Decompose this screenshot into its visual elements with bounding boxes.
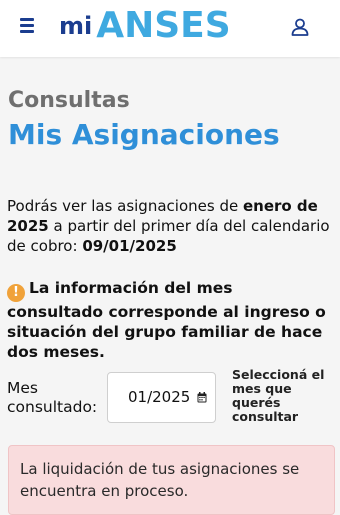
calendar-icon[interactable]: [197, 392, 207, 403]
alert-text: La liquidación de tus asignaciones se en…: [20, 460, 300, 500]
month-label: Mes consultado:: [7, 379, 98, 416]
warning-message: ! La información del mes consultado corre…: [7, 278, 333, 362]
logo-prefix: mi: [59, 12, 93, 40]
info-text: Podrás ver las asignaciones de enero de …: [7, 197, 330, 255]
warning-text: La información del mes consultado corres…: [7, 279, 326, 361]
info-date: 09/01/2025: [82, 237, 177, 255]
status-alert: La liquidación de tus asignaciones se en…: [8, 445, 335, 515]
logo[interactable]: mi ANSES: [59, 7, 231, 51]
logo-name: ANSES: [96, 5, 231, 46]
app-header: mi ANSES: [0, 0, 340, 57]
user-icon[interactable]: [290, 17, 310, 37]
month-hint: Seleccioná el mes que querés consultar: [232, 367, 325, 424]
menu-icon[interactable]: [20, 18, 36, 34]
exclamation-icon: !: [7, 284, 25, 302]
month-input[interactable]: 01/2025: [107, 372, 216, 423]
page-title: Mis Asignaciones: [8, 118, 280, 151]
section-label: Consultas: [8, 88, 130, 113]
month-value: 01/2025: [128, 388, 191, 406]
